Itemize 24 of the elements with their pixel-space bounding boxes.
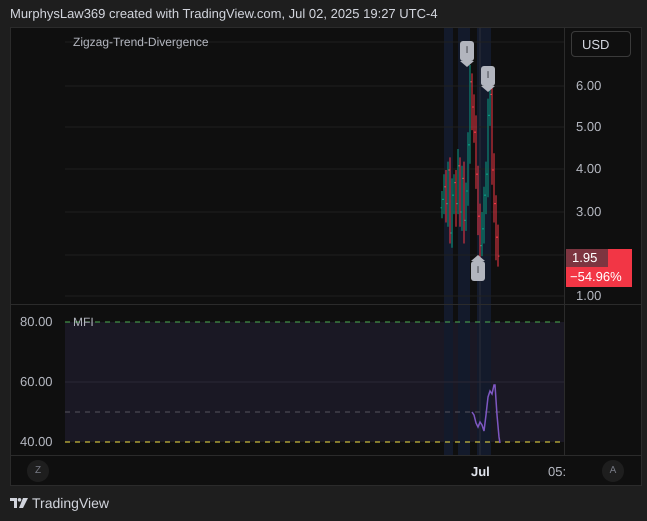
- mfi-tick-label: 80.00: [20, 314, 53, 330]
- zoom-button[interactable]: Z: [27, 460, 49, 482]
- price-tick-label: 4.00: [576, 161, 602, 177]
- pointer-icon: [460, 61, 474, 67]
- mfi-line: [471, 384, 501, 444]
- price-tick-label: 1.00: [576, 288, 602, 304]
- currency-button[interactable]: USD: [571, 31, 631, 57]
- price-tick-label: 6.00: [576, 78, 602, 94]
- indicator-label: MFI: [73, 315, 94, 329]
- mfi-tick-label: 40.00: [20, 434, 53, 450]
- auto-scale-button[interactable]: A: [602, 460, 624, 482]
- pointer-icon: [471, 255, 485, 261]
- price-tick-label: 3.00: [576, 204, 602, 220]
- logo-icon: [10, 498, 28, 508]
- chart-caption: MurphysLaw369 created with TradingView.com, Jul 02, 2025 19:27 UTC-4: [10, 5, 439, 23]
- last-price: 1.95: [566, 249, 608, 267]
- price-change: −54.96%: [569, 268, 623, 286]
- mfi-tick-label: 60.00: [20, 374, 53, 390]
- time-label: 05:: [548, 464, 566, 479]
- indicator-label: Zigzag-Trend-Divergence: [73, 35, 209, 49]
- time-label: Jul: [471, 464, 490, 479]
- brand-name: TradingView: [32, 494, 110, 510]
- price-tick-label: 5.00: [576, 119, 602, 135]
- pointer-icon: [481, 86, 495, 92]
